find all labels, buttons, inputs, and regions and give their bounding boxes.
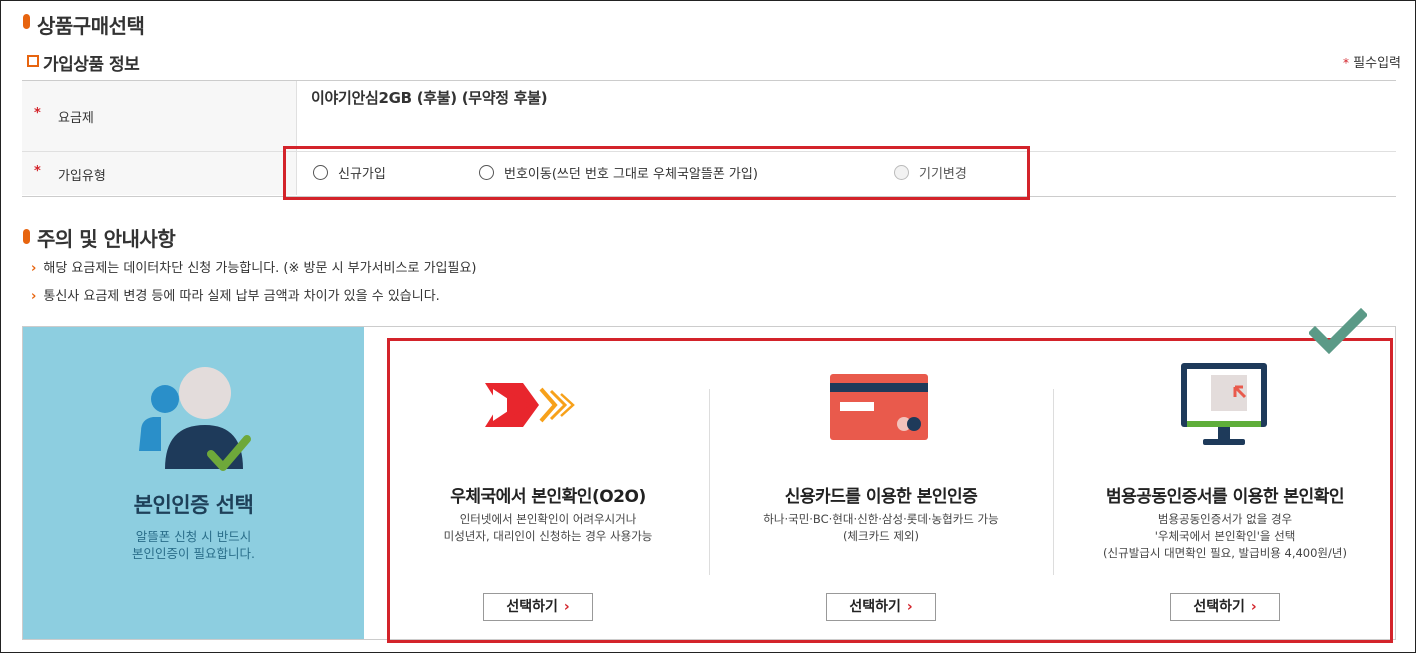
- required-star-icon: *: [1343, 56, 1350, 70]
- notice-bullet-icon: [23, 229, 30, 244]
- plan-label: 요금제: [58, 111, 94, 126]
- chevron-right-icon: ›: [1250, 599, 1257, 615]
- join-type-highlight-box: [283, 146, 1030, 200]
- required-star-icon: *: [34, 106, 41, 121]
- monitor-certificate-icon: [1181, 363, 1267, 445]
- auth-panel-title: 본인인증 선택: [133, 493, 254, 517]
- join-type-label: 가입유형: [58, 169, 106, 184]
- check-mark-icon: [1309, 307, 1367, 355]
- select-button-label: 선택하기: [506, 599, 558, 615]
- notice-item-text: 통신사 요금제 변경 등에 따라 실제 납부 금액과 차이가 있을 수 있습니다…: [43, 289, 440, 304]
- notice-item: › 해당 요금제는 데이터차단 신청 가능합니다. (※ 방문 시 부가서비스로 …: [31, 257, 476, 276]
- option-desc-line: 미성년자, 대리인이 신청하는 경우 사용가능: [443, 529, 653, 543]
- page-frame: 상품구매선택 가입상품 정보 * 필수입력 * 요금제 이야기안심2GB (후불…: [0, 0, 1416, 653]
- post-office-logo-icon: [485, 383, 575, 427]
- option-title: 범용공동인증서를 이용한 본인확인: [1106, 487, 1344, 507]
- arrow-icon: ›: [31, 261, 37, 276]
- arrow-icon: ›: [31, 289, 37, 304]
- required-note-label: 필수입력: [1353, 56, 1401, 71]
- required-note: * 필수입력: [1343, 52, 1401, 71]
- option-desc-line: (신규발급시 대면확인 필요, 발급비용 4,400원/년): [1103, 546, 1347, 560]
- plan-row-header: * 요금제: [22, 81, 297, 151]
- option-desc-line: (체크카드 제외): [842, 529, 920, 543]
- option-title: 우체국에서 본인확인(O2O): [450, 487, 646, 507]
- credit-card-icon: [830, 374, 928, 440]
- select-button-label: 선택하기: [1193, 599, 1245, 615]
- section-square-icon: [27, 55, 39, 67]
- option-desc-line: 하나·국민·BC·현대·신한·삼성·롯데·농협카드 가능: [763, 512, 999, 526]
- option-desc-line: '우체국에서 본인확인'을 선택: [1154, 529, 1296, 543]
- select-o2o-button[interactable]: 선택하기 ›: [483, 593, 593, 621]
- select-certificate-button[interactable]: 선택하기 ›: [1170, 593, 1280, 621]
- chevron-right-icon: ›: [563, 599, 570, 615]
- person-verify-icon: [139, 367, 251, 471]
- plan-row: * 요금제 이야기안심2GB (후불) (무약정 후불): [22, 81, 1396, 152]
- plan-name: 이야기안심2GB (후불) (무약정 후불): [311, 89, 548, 107]
- title-bullet-icon: [23, 14, 30, 29]
- notice-item: › 통신사 요금제 변경 등에 따라 실제 납부 금액과 차이가 있을 수 있습니…: [31, 285, 440, 304]
- notice-title: 주의 및 안내사항: [37, 227, 176, 251]
- option-title: 신용카드를 이용한 본인인증: [784, 487, 978, 507]
- select-credit-card-button[interactable]: 선택하기 ›: [826, 593, 936, 621]
- join-type-row-header: * 가입유형: [22, 152, 297, 195]
- option-desc-line: 인터넷에서 본인확인이 어려우시거나: [459, 512, 637, 526]
- auth-panel-subtitle-line: 본인인증이 필요합니다.: [132, 546, 255, 561]
- chevron-right-icon: ›: [906, 599, 913, 615]
- option-desc-line: 범용공동인증서가 없을 경우: [1157, 512, 1293, 526]
- notice-item-text: 해당 요금제는 데이터차단 신청 가능합니다. (※ 방문 시 부가서비스로 가…: [43, 261, 477, 276]
- select-button-label: 선택하기: [849, 599, 901, 615]
- page-title: 상품구매선택: [37, 14, 145, 38]
- required-star-icon: *: [34, 164, 41, 179]
- section-subscription-title: 가입상품 정보: [43, 55, 140, 75]
